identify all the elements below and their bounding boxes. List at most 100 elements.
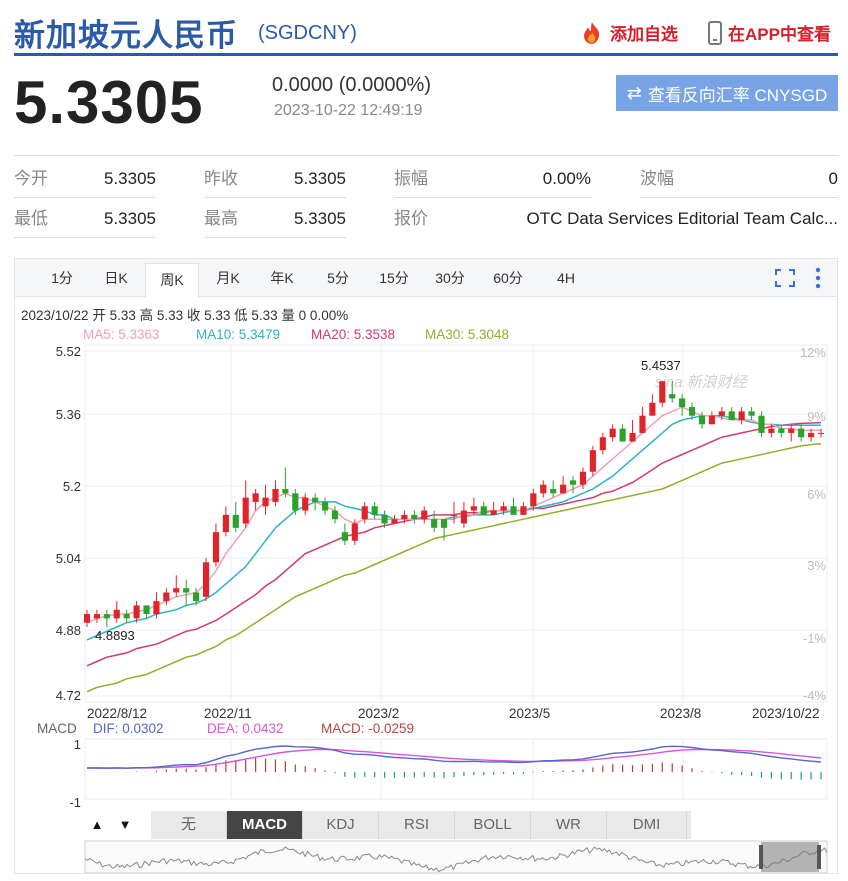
quote-time: 2023-10-22 12:49:19	[274, 102, 423, 119]
page-title: 新加坡元人民币	[14, 18, 238, 53]
scroll-up-button[interactable]: ▲	[85, 811, 109, 839]
y-axis-right-ticks: 12% 9% 6% 3% -1% -4%	[800, 345, 826, 703]
scroll-down-button[interactable]: ▼	[113, 811, 137, 839]
indicator-tab[interactable]: MACD	[227, 811, 303, 839]
ma30-line	[86, 442, 822, 693]
navigator-handle[interactable]	[759, 845, 763, 869]
candle-body	[153, 601, 160, 615]
swap-icon: ⇄	[626, 82, 642, 103]
chart-panel: 1分 日K 周K 月K 年K 5分 15分 30分 60分 4H 2023/10/22 开 5.3…	[14, 258, 838, 874]
candle-body	[470, 506, 477, 511]
view-in-app-button[interactable]: 在APP中查看	[708, 20, 831, 45]
y-right-tick-label: 6%	[807, 487, 826, 502]
candle-body	[460, 510, 467, 524]
indicator-tab[interactable]: BOLL	[455, 811, 531, 839]
candle-body	[262, 497, 269, 507]
x-tick-label: 2022/11	[204, 706, 252, 721]
y-right-tick-label: 12%	[800, 345, 826, 360]
candle-body	[520, 506, 527, 515]
candle-body	[371, 506, 378, 515]
price-change: 0.0000 (0.0000%)	[272, 74, 432, 96]
candle-body	[708, 415, 715, 425]
ma-legend: MA5: 5.3363 MA10: 5.3479 MA20: 5.3538 MA30:…	[83, 327, 509, 342]
indicator-tab[interactable]: 无	[151, 811, 227, 839]
stat-high: 最高 5.3305	[204, 200, 346, 238]
candle-body	[649, 402, 656, 416]
add-watch-button[interactable]: 添加自选	[580, 20, 678, 45]
ohlc-info: 2023/10/22 开 5.33 高 5.33 收 5.33 低 5.33 量…	[21, 307, 348, 323]
candle-body	[788, 428, 795, 433]
x-tick-label: 2023/5	[509, 706, 550, 721]
range-navigator[interactable]	[84, 840, 828, 873]
stat-open: 今开 5.3305	[14, 160, 156, 198]
y-tick-label: 5.52	[56, 344, 81, 359]
candle-body	[450, 514, 458, 516]
y-right-tick-label: 9%	[807, 409, 826, 424]
ma10-line	[86, 414, 821, 641]
candle-body	[212, 532, 220, 563]
candle-body	[163, 592, 170, 602]
candle-body	[540, 484, 547, 494]
candle-body	[282, 489, 289, 494]
navigator-handle[interactable]	[817, 845, 821, 869]
candle-body	[341, 532, 348, 541]
macd-legend: MACD DIF: 0.0302 DEA: 0.0432 MACD: -0.0259	[37, 721, 414, 736]
macd-legend-item: MACD: -0.0259	[321, 721, 414, 736]
candle-body	[123, 614, 130, 619]
candle-body	[381, 514, 388, 524]
indicator-tab[interactable]: DMI	[607, 811, 687, 839]
candle-body	[758, 415, 765, 433]
y-tick-label: 4.88	[56, 623, 81, 638]
indicator-tab[interactable]: KDJ	[303, 811, 379, 839]
candle-body	[93, 614, 100, 619]
candle-body	[173, 588, 180, 593]
stat-low: 最低 5.3305	[14, 200, 156, 238]
currency-code: (SGDCNY)	[258, 22, 357, 44]
indicator-tab[interactable]: RSI	[379, 811, 455, 839]
ma20-line	[86, 421, 822, 667]
stats-row-2: 最低 5.3305 最高 5.3305 报价 OTC Data Services…	[14, 200, 838, 240]
candle-body	[490, 510, 497, 515]
candle-body	[143, 605, 150, 615]
candle-body	[361, 506, 368, 520]
candle-body	[510, 506, 517, 515]
candle-body	[728, 411, 735, 420]
candle-body	[569, 480, 577, 485]
sina-watermark: sina 新浪财经	[655, 374, 749, 391]
candle-body	[599, 437, 606, 451]
candle-body	[589, 450, 596, 472]
candle-body	[669, 394, 676, 399]
candle-body	[421, 510, 428, 520]
y-right-tick-label: -4%	[803, 688, 827, 703]
candle-body	[222, 514, 229, 533]
candle-body	[441, 519, 448, 528]
dif-line	[87, 745, 822, 769]
stat-prev-close: 昨收 5.3305	[204, 160, 346, 198]
candle-body	[431, 519, 438, 528]
y-right-tick-label: 3%	[807, 558, 826, 573]
x-axis-ticks: 2022/8/12 2022/11 2023/2 2023/5 2023/8 2023/1…	[87, 706, 820, 721]
candle-body	[698, 415, 706, 425]
candle-body	[391, 519, 398, 524]
navigator-window[interactable]	[761, 842, 819, 872]
candle-body	[579, 471, 587, 485]
fire-icon	[584, 21, 600, 44]
navigator-frame	[84, 840, 828, 873]
kline-chart: 2023/10/22 开 5.33 高 5.33 收 5.33 低 5.33 量…	[21, 307, 828, 873]
x-tick-label: 2023/2	[358, 706, 399, 721]
x-tick-label: 2023/10/22	[752, 706, 820, 721]
y-axis-ticks: 5.52 5.36 5.2 5.04 4.88 4.72	[56, 344, 81, 703]
plot-border	[84, 344, 828, 703]
ma-legend-item: MA5: 5.3363	[83, 327, 160, 342]
candle-body	[272, 489, 279, 502]
reverse-rate-button[interactable]: ⇄ 查看反向汇率 CNYSGD	[616, 75, 838, 111]
macd-border	[84, 738, 828, 800]
dea-line	[87, 748, 822, 769]
candle-body	[817, 432, 825, 434]
indicator-tab[interactable]: WR	[531, 811, 607, 839]
candle-body	[619, 428, 626, 442]
stat-quote-source: 报价 OTC Data Services Editorial Team Calc…	[394, 209, 838, 228]
stats-table: 今开 5.3305 昨收 5.3305 振幅 0.00% 波幅 0 最低 5.3…	[14, 155, 838, 238]
candle-body	[351, 523, 358, 541]
candle-body	[480, 506, 487, 515]
